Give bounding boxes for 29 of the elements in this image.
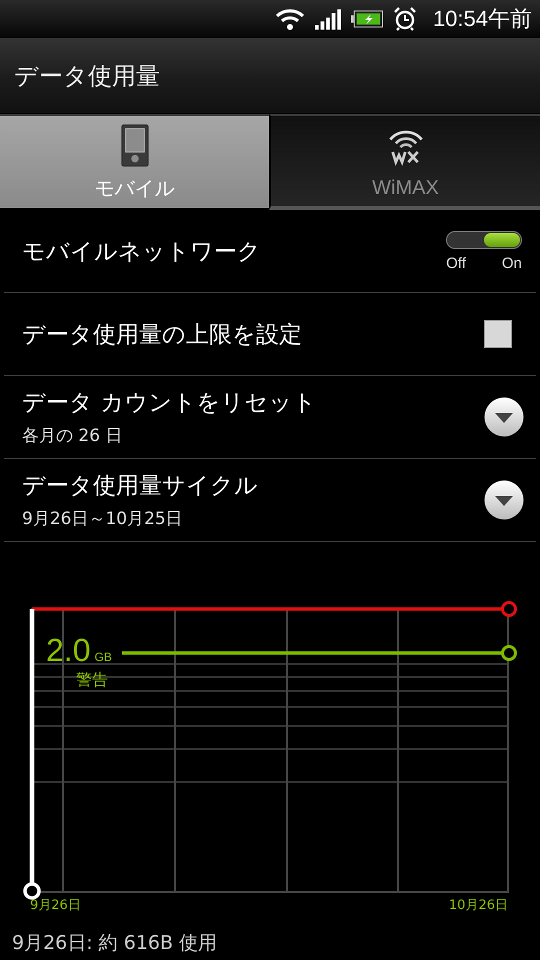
tab[interactable]: モバイル	[0, 114, 269, 210]
setting-summary: 各月の 26 日	[22, 425, 124, 447]
setting-title: データ カウントをリセット	[22, 389, 316, 418]
battery-charging-icon	[350, 10, 383, 28]
start-date-handle[interactable]	[23, 609, 41, 900]
alarm-clock-icon	[392, 7, 417, 31]
end-date-label: 10月26日	[448, 897, 508, 914]
warning-unit: GB	[94, 650, 112, 664]
warning-value: 2.0	[46, 632, 90, 669]
wifi-icon	[274, 7, 305, 31]
warning-label: 警告	[76, 670, 108, 691]
limit-line[interactable]	[32, 601, 517, 617]
toggle-switch[interactable]	[446, 230, 522, 248]
status-time: 10:54午前	[432, 5, 532, 33]
tab[interactable]: WiMAX	[269, 114, 540, 210]
screen-title: データ使用量	[14, 60, 160, 92]
checkbox[interactable]	[484, 320, 512, 348]
setting-summary: 9月26日～10月25日	[22, 508, 184, 530]
usage-summary: 9月26日: 約 616B 使用	[12, 931, 218, 956]
dropdown-button[interactable]	[484, 397, 524, 437]
dropdown-button[interactable]	[484, 480, 524, 520]
setting-title: モバイルネットワーク	[22, 238, 261, 266]
signal-icon	[314, 8, 341, 30]
on-label: On	[502, 254, 522, 272]
setting-title: データ使用量の上限を設定	[22, 320, 302, 350]
setting-title: データ使用量サイクル	[22, 472, 258, 501]
warning-line[interactable]	[122, 645, 517, 661]
off-label: Off	[446, 254, 466, 272]
start-date-label: 9月26日	[30, 897, 81, 914]
